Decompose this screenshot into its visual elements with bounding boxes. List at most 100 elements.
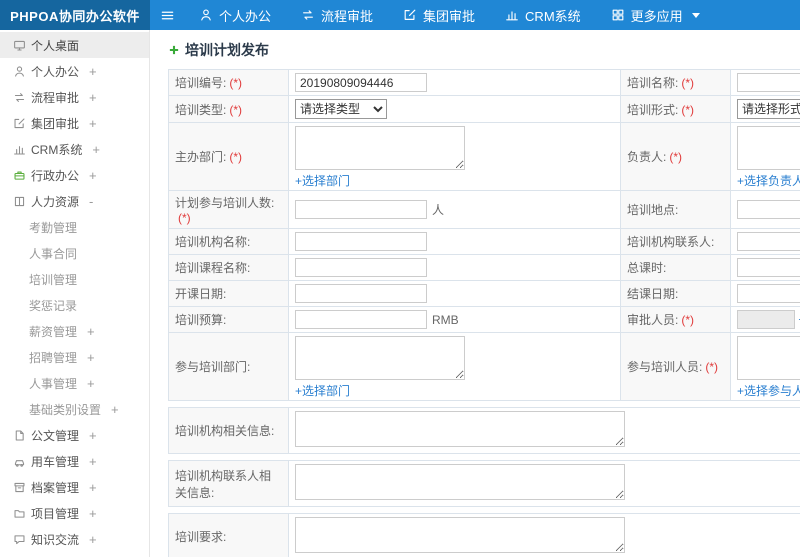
- briefcase-icon: [13, 169, 31, 182]
- person-icon: [199, 8, 213, 22]
- top-menu-crm-system[interactable]: CRM系统: [490, 0, 596, 30]
- edit-icon: [13, 117, 31, 130]
- sidebar-item-label: 行政办公: [31, 168, 80, 183]
- sidebar-item-project-mgmt[interactable]: 项目管理 +: [0, 500, 149, 526]
- flow-icon: [301, 8, 315, 22]
- expand-toggle[interactable]: +: [89, 91, 97, 104]
- leader-textarea[interactable]: [737, 126, 800, 170]
- sidebar-item-crm-system[interactable]: CRM系统 +: [0, 136, 149, 162]
- sidebar-item-document-mgmt[interactable]: 公文管理 +: [0, 422, 149, 448]
- sidebar-item-personal-office[interactable]: 个人办公 +: [0, 58, 149, 84]
- budget-input[interactable]: [295, 310, 427, 329]
- expand-toggle[interactable]: +: [89, 533, 97, 546]
- course-name-input[interactable]: [295, 258, 427, 277]
- org-info-textarea[interactable]: [295, 411, 625, 447]
- sidebar-item-hr-contract[interactable]: 人事合同: [0, 240, 149, 266]
- label-planned-count: 计划参与培训人数:(*): [168, 190, 289, 229]
- unit-label: RMB: [432, 312, 459, 327]
- expand-toggle[interactable]: +: [87, 377, 95, 390]
- select-join-dept-link[interactable]: +选择部门: [295, 384, 350, 398]
- sidebar-item-vehicle-mgmt[interactable]: 用车管理 +: [0, 448, 149, 474]
- total-hours-input[interactable]: [737, 258, 800, 277]
- label-training-require: 培训要求:: [168, 513, 289, 557]
- label-text: 培训机构联系人相关信息:: [175, 468, 272, 500]
- top-menu-group-approval[interactable]: 集团审批: [388, 0, 490, 30]
- chart-icon: [505, 8, 519, 22]
- sidebar-item-label: 考勤管理: [29, 220, 78, 235]
- org-contact-info-textarea[interactable]: [295, 464, 625, 500]
- field-join-people: +选择参与人员: [730, 332, 800, 401]
- app-logo: PHPOA协同办公软件: [0, 0, 150, 30]
- field-org-name: [288, 228, 621, 255]
- field-budget: RMB: [288, 306, 621, 333]
- org-name-input[interactable]: [295, 232, 427, 251]
- field-host-dept: +选择部门: [288, 122, 621, 191]
- label-training-name: 培训名称: (*): [620, 69, 731, 96]
- required-mark: (*): [681, 102, 695, 117]
- field-training-mode: 请选择形式: [730, 95, 800, 123]
- sidebar-item-knowledge[interactable]: 知识交流 +: [0, 526, 149, 552]
- expand-toggle[interactable]: +: [87, 351, 95, 364]
- expand-toggle[interactable]: +: [89, 117, 97, 130]
- place-input[interactable]: [737, 200, 800, 219]
- expand-toggle[interactable]: +: [111, 403, 119, 416]
- expand-toggle[interactable]: +: [89, 507, 97, 520]
- top-menu-more-apps[interactable]: 更多应用: [596, 0, 715, 30]
- training-require-textarea[interactable]: [295, 517, 625, 553]
- select-leader-link[interactable]: +选择负责人: [737, 174, 800, 188]
- join-people-textarea[interactable]: [737, 336, 800, 380]
- edit-icon: [403, 8, 417, 22]
- sidebar-item-workflow-approval[interactable]: 流程审批 +: [0, 84, 149, 110]
- start-date-input[interactable]: [295, 284, 427, 303]
- sidebar-item-personal-desktop[interactable]: 个人桌面: [0, 32, 149, 58]
- host-dept-textarea[interactable]: [295, 126, 465, 170]
- join-dept-textarea[interactable]: [295, 336, 465, 380]
- expand-toggle[interactable]: +: [89, 169, 97, 182]
- sidebar-item-training[interactable]: 培训管理: [0, 266, 149, 292]
- required-mark: (*): [229, 102, 243, 117]
- select-join-people-link[interactable]: +选择参与人员: [737, 384, 800, 398]
- expand-toggle[interactable]: +: [89, 481, 97, 494]
- label-host-dept: 主办部门: (*): [168, 122, 289, 191]
- training-name-input[interactable]: [737, 73, 800, 92]
- sidebar-item-personnel[interactable]: 人事管理 +: [0, 370, 149, 396]
- sidebar-item-archive-mgmt[interactable]: 档案管理 +: [0, 474, 149, 500]
- field-place: [730, 190, 800, 229]
- label-org-contact-info: 培训机构联系人相关信息:: [168, 460, 289, 507]
- collapse-toggle[interactable]: -: [89, 195, 93, 208]
- field-start-date: [288, 280, 621, 307]
- training-no-input[interactable]: [295, 73, 427, 92]
- plus-icon: [168, 44, 180, 56]
- sidebar-item-recruitment[interactable]: 招聘管理 +: [0, 344, 149, 370]
- planned-count-input[interactable]: [295, 200, 427, 219]
- sidebar-item-hr[interactable]: 人力资源 -: [0, 188, 149, 214]
- sidebar-item-admin-office[interactable]: 行政办公 +: [0, 162, 149, 188]
- field-approver: +选择审批人员: [730, 306, 800, 333]
- expand-toggle[interactable]: +: [89, 429, 97, 442]
- training-mode-select[interactable]: 请选择形式: [737, 99, 800, 119]
- menu-toggle-button[interactable]: [150, 0, 184, 30]
- select-dept-link[interactable]: +选择部门: [295, 174, 350, 188]
- expand-toggle[interactable]: +: [89, 455, 97, 468]
- sidebar-item-salary[interactable]: 薪资管理 +: [0, 318, 149, 344]
- top-menu-workflow-approval[interactable]: 流程审批: [286, 0, 388, 30]
- sidebar-item-group-approval[interactable]: 集团审批 +: [0, 110, 149, 136]
- field-training-type: 请选择类型: [288, 95, 621, 123]
- expand-toggle[interactable]: +: [89, 65, 97, 78]
- training-type-select[interactable]: 请选择类型: [295, 99, 387, 119]
- sidebar-item-attendance[interactable]: 考勤管理: [0, 214, 149, 240]
- sidebar-item-base-category[interactable]: 基础类别设置 +: [0, 396, 149, 422]
- sidebar-item-reward-record[interactable]: 奖惩记录: [0, 292, 149, 318]
- top-menu-personal-office[interactable]: 个人办公: [184, 0, 286, 30]
- expand-toggle[interactable]: +: [92, 143, 100, 156]
- sidebar-item-label: 用车管理: [31, 454, 80, 469]
- expand-toggle[interactable]: +: [87, 325, 95, 338]
- end-date-input[interactable]: [737, 284, 800, 303]
- approver-input[interactable]: [737, 310, 795, 329]
- form-row: 培训课程名称: 总课时:: [168, 254, 800, 281]
- field-leader: +选择负责人: [730, 122, 800, 191]
- flow-icon: [13, 91, 31, 104]
- chevron-down-icon: [691, 12, 700, 18]
- field-end-date: [730, 280, 800, 307]
- org-contact-input[interactable]: [737, 232, 800, 251]
